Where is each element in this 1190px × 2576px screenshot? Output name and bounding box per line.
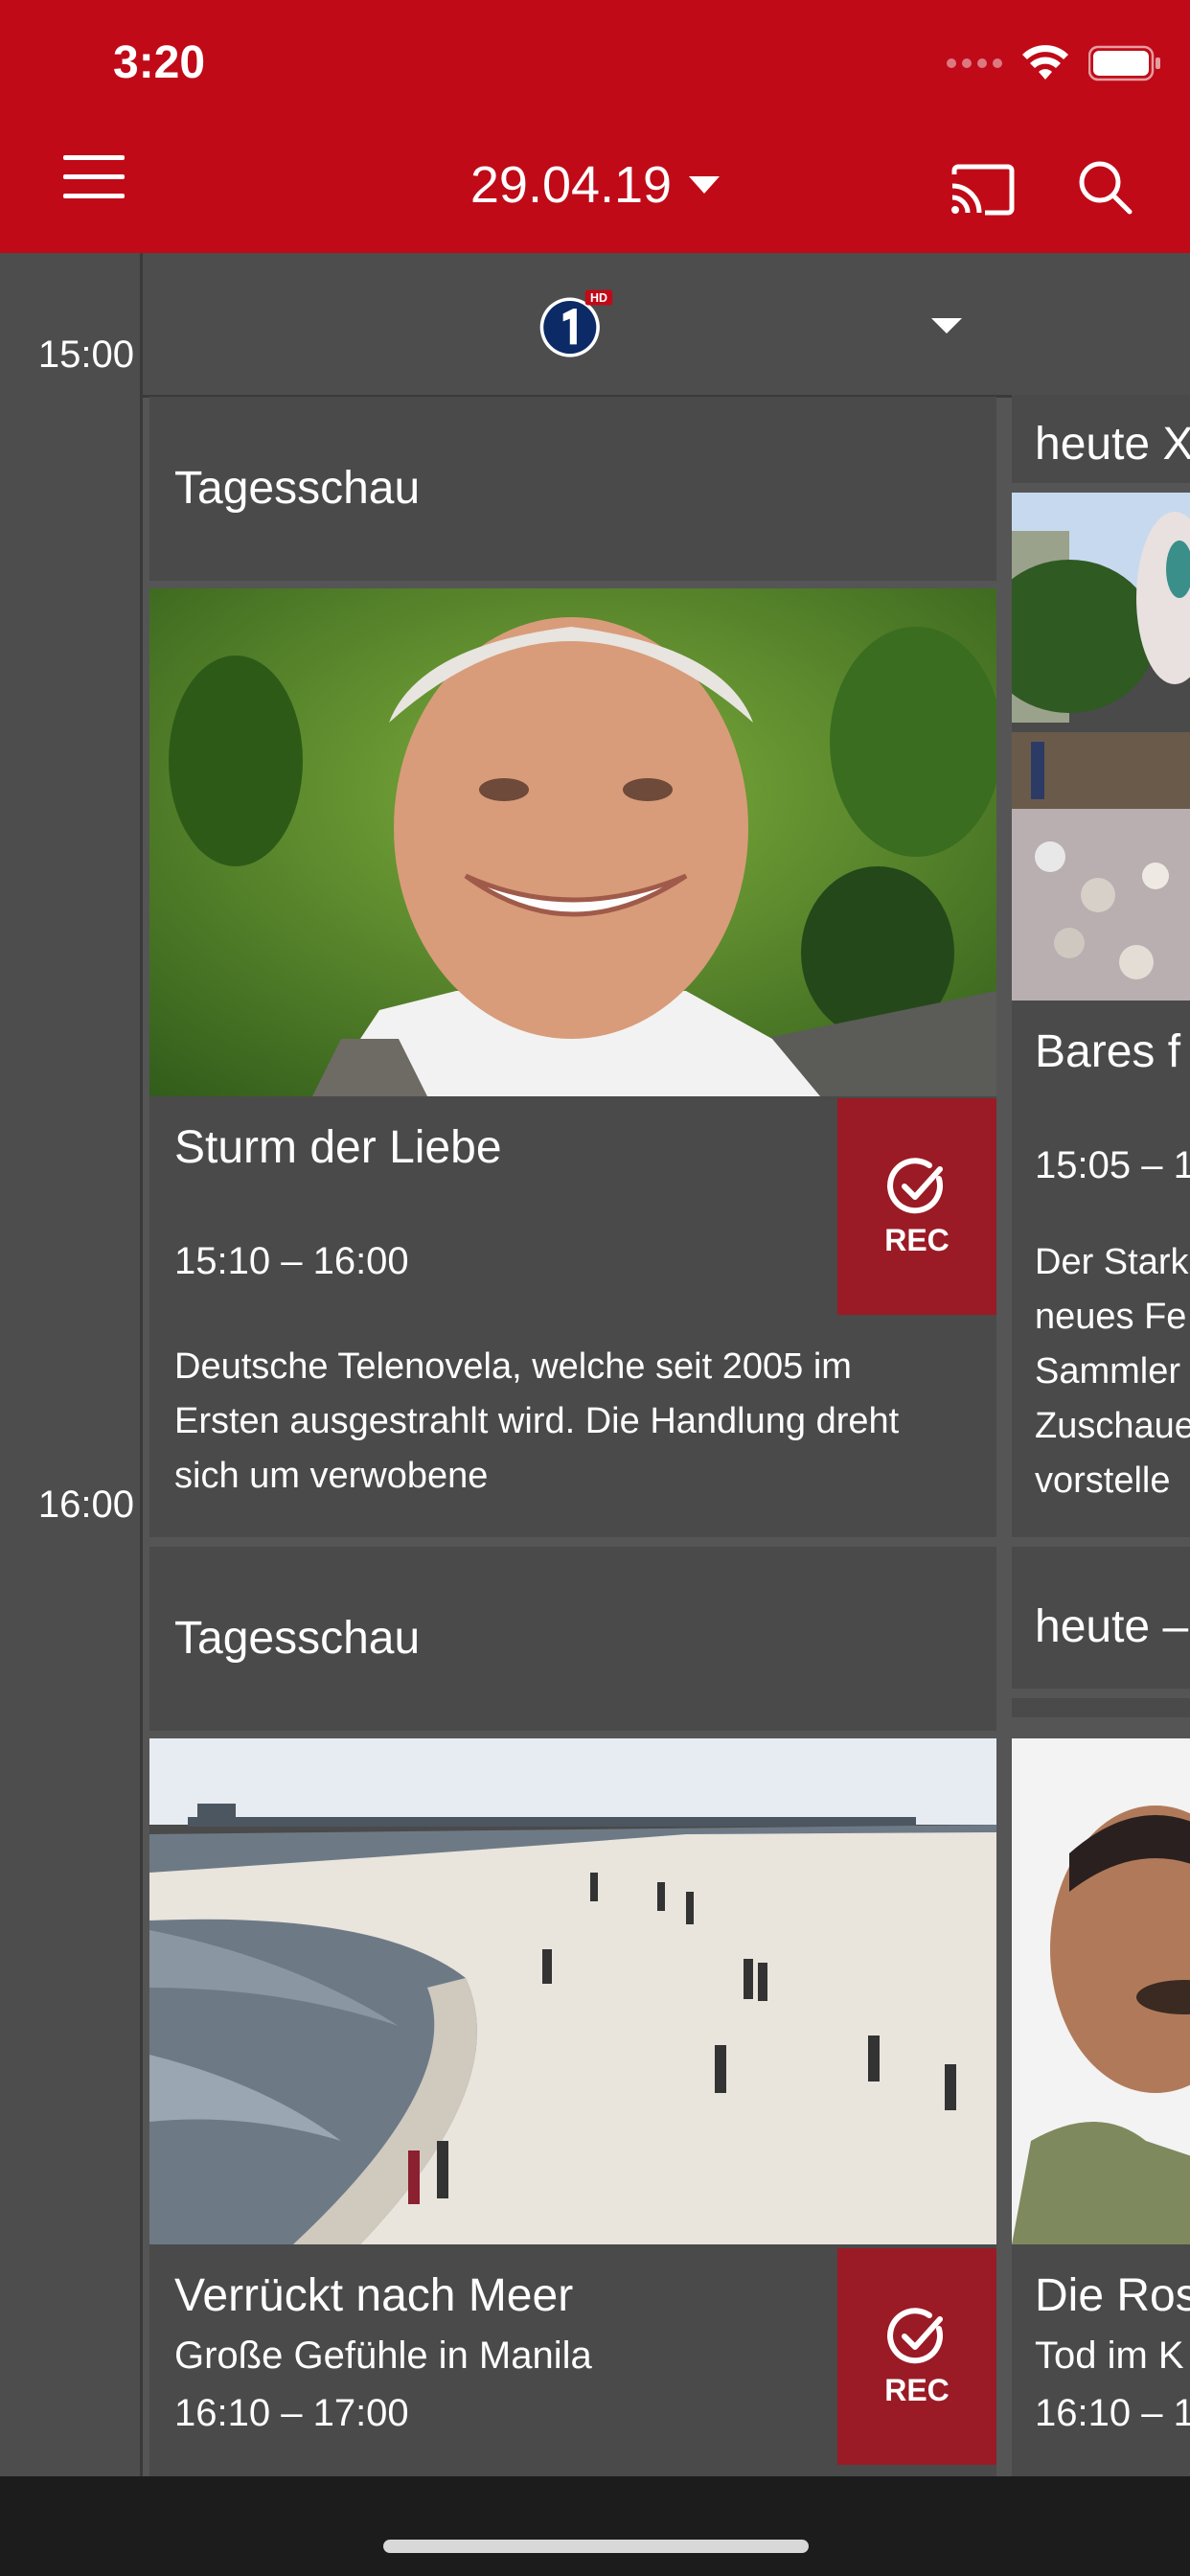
check-circle-icon [887, 1158, 944, 1214]
program-title: Bares f [1035, 1026, 1181, 1077]
program-title: heute X [1035, 419, 1190, 470]
record-button[interactable]: REC [837, 2248, 996, 2465]
program-cell-bares-fuer-rares[interactable]: Bares f 15:05 – 1 Der Stark neues Fe Sam… [1012, 493, 1190, 1537]
program-cell-die-rosenheim-cops[interactable]: Die Ros Tod im K 16:10 – 1 [1012, 1738, 1190, 2476]
program-description-line: vorstelle [1035, 1460, 1171, 1501]
program-title: Verrückt nach Meer [174, 2270, 574, 2321]
program-cell-tagesschau[interactable]: Tagesschau [149, 397, 996, 581]
program-title: Tagesschau [174, 463, 421, 514]
das-erste-logo: HD [539, 289, 613, 357]
program-description-line: neues Fe [1035, 1297, 1187, 1337]
program-title: Sturm der Liebe [174, 1122, 502, 1173]
program-cell-heute-x[interactable]: heute X [1012, 395, 1190, 483]
program-subtitle: Tod im K [1035, 2334, 1184, 2377]
status-icons [947, 44, 1161, 82]
channel-column-2: heute X Bares f 15:05 – 1 Der Stark neue… [1012, 395, 1190, 2480]
record-button[interactable]: REC [837, 1098, 996, 1315]
program-title: heute – [1035, 1601, 1189, 1652]
wifi-icon [1022, 45, 1068, 80]
check-circle-icon [887, 2308, 944, 2364]
status-time: 3:20 [113, 37, 206, 88]
time-label-1500: 15:00 [37, 334, 134, 376]
program-image-beach [149, 1738, 996, 2244]
program-subtitle: Große Gefühle in Manila [174, 2334, 592, 2377]
record-label: REC [884, 1223, 950, 1257]
time-column: 15:00 16:00 [0, 253, 143, 2476]
battery-icon [1088, 45, 1160, 81]
program-description-line: Der Stark [1035, 1242, 1189, 1282]
program-image-portrait [149, 588, 996, 1096]
program-image-portrait-2 [1012, 1738, 1190, 2244]
program-cell-heute[interactable]: heute – [1012, 1547, 1190, 1689]
program-time: 16:10 – 1 [1035, 2392, 1190, 2434]
program-cell-tagesschau[interactable]: Tagesschau [149, 1547, 996, 1731]
channel-selector[interactable]: HD [143, 253, 1190, 398]
program-image-market [1012, 493, 1190, 1000]
date-label[interactable]: 29.04.19 [470, 155, 672, 215]
program-description-line: Sammler [1035, 1351, 1181, 1392]
signal-icon [947, 58, 1002, 68]
program-cell-verrueckt-nach-meer[interactable]: REC Verrückt nach Meer Große Gefühle in … [149, 1738, 996, 2476]
hd-badge: HD [590, 291, 607, 305]
program-time: 15:05 – 1 [1035, 1144, 1190, 1186]
program-time: 15:10 – 16:00 [174, 1240, 409, 1282]
chevron-down-icon[interactable] [689, 176, 721, 194]
time-label-1600: 16:00 [37, 1484, 134, 1526]
program-cell-sturm-der-liebe[interactable]: REC Sturm der Liebe 15:10 – 16:00 Deutsc… [149, 588, 996, 1537]
chevron-down-icon[interactable] [931, 318, 962, 334]
program-cell-short[interactable] [1012, 1698, 1190, 1717]
program-time: 16:10 – 17:00 [174, 2392, 409, 2434]
program-description: Deutsche Telenovela, welche seit 2005 im… [174, 1346, 900, 1496]
search-icon[interactable] [1077, 159, 1134, 217]
program-title: Die Ros [1035, 2270, 1190, 2321]
cast-icon[interactable] [949, 163, 1016, 217]
bottom-bar [0, 2476, 1190, 2576]
program-description-line: Zuschaue [1035, 1406, 1190, 1446]
record-label: REC [884, 2373, 950, 2407]
app-header: 3:20 29.04.19 [0, 0, 1190, 253]
home-indicator[interactable] [383, 2540, 809, 2553]
program-title: Tagesschau [174, 1613, 421, 1664]
